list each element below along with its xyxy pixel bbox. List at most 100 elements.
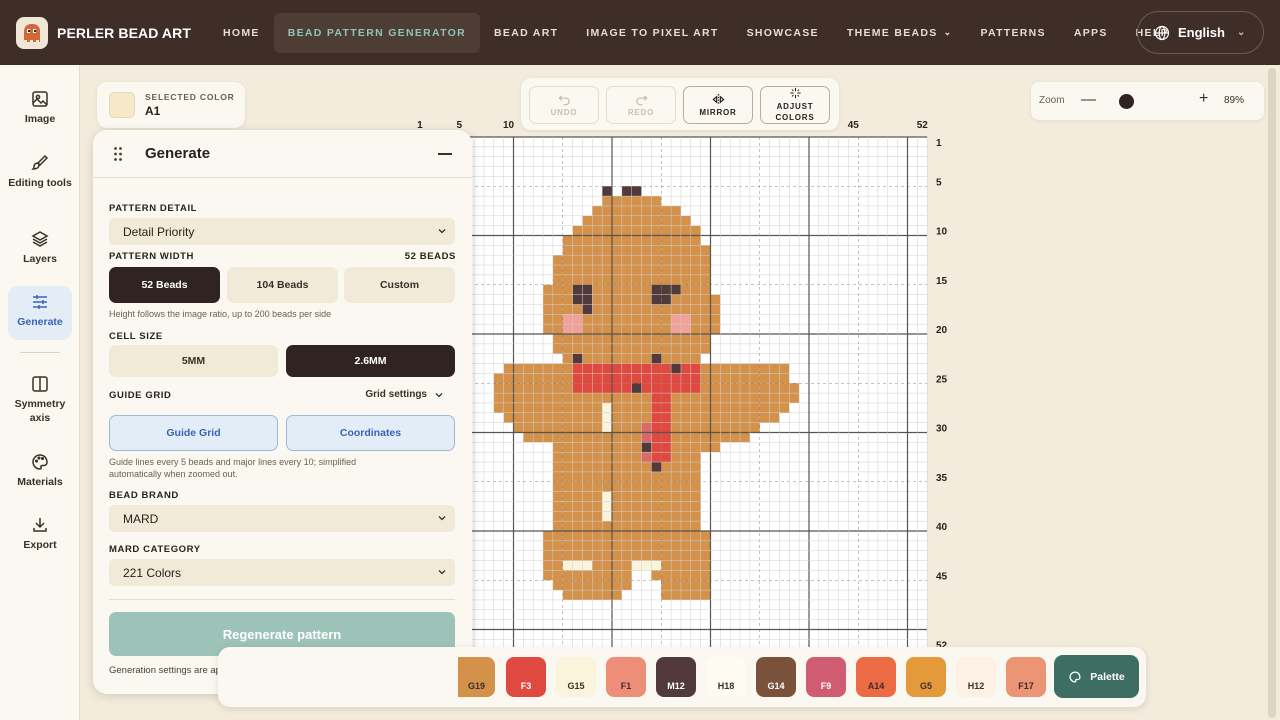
bead bbox=[671, 540, 681, 551]
bead bbox=[671, 580, 681, 591]
palette-chip-label: G15 bbox=[567, 681, 585, 691]
bead bbox=[543, 314, 553, 325]
drag-handle-icon[interactable] bbox=[113, 146, 123, 162]
category-select[interactable]: 221 Colors bbox=[109, 559, 455, 586]
bead bbox=[661, 353, 672, 364]
page-scrollbar[interactable] bbox=[1268, 68, 1276, 718]
bead bbox=[661, 235, 672, 246]
bead bbox=[592, 412, 603, 423]
palette-chip-g14[interactable]: G14 bbox=[756, 657, 796, 697]
undo-button[interactable]: UNDO bbox=[529, 86, 599, 124]
zoom-in-button[interactable]: + bbox=[1199, 90, 1208, 108]
bead bbox=[572, 334, 583, 344]
bead bbox=[523, 373, 534, 384]
bead bbox=[612, 432, 622, 443]
zoom-slider-knob[interactable] bbox=[1119, 94, 1134, 109]
cell-size-5mm-button[interactable]: 5MM bbox=[109, 345, 278, 377]
bead bbox=[552, 511, 563, 522]
chevron-down-icon bbox=[438, 516, 446, 521]
bead bbox=[700, 265, 711, 275]
zoom-label: Zoom bbox=[1039, 95, 1065, 106]
bead bbox=[562, 343, 573, 354]
bead bbox=[651, 363, 662, 374]
bead bbox=[631, 186, 642, 197]
palette-chip-h18[interactable]: H18 bbox=[706, 657, 746, 697]
bead bbox=[641, 294, 652, 305]
bead bbox=[523, 422, 534, 433]
adjust-colors-button[interactable]: ADJUST COLORS bbox=[760, 86, 830, 124]
palette-chip-f9[interactable]: F9 bbox=[806, 657, 846, 697]
bead bbox=[661, 531, 672, 541]
bead bbox=[602, 225, 612, 236]
redo-button[interactable]: REDO bbox=[606, 86, 676, 124]
adjust-colors-label: ADJUST COLORS bbox=[775, 102, 815, 122]
cell-size-2-6mm-button[interactable]: 2.6MM bbox=[286, 345, 455, 377]
mirror-button[interactable]: MIRROR bbox=[683, 86, 753, 124]
bead bbox=[602, 186, 612, 197]
bead bbox=[503, 393, 514, 403]
bead bbox=[631, 284, 642, 295]
bead bbox=[690, 383, 701, 394]
bead bbox=[631, 205, 642, 216]
bead bbox=[592, 343, 603, 354]
bead bbox=[562, 550, 573, 561]
bead bbox=[769, 412, 780, 423]
bead bbox=[651, 501, 662, 512]
bead bbox=[749, 412, 760, 423]
zoom-out-button[interactable]: — bbox=[1081, 91, 1096, 108]
palette-chip-f1[interactable]: F1 bbox=[606, 657, 646, 697]
pattern-detail-select[interactable]: Detail Priority bbox=[109, 218, 455, 245]
bead bbox=[602, 215, 612, 226]
bead bbox=[562, 491, 573, 502]
bead bbox=[661, 462, 672, 472]
bead bbox=[641, 334, 652, 344]
bead bbox=[533, 373, 544, 384]
width-custom-button[interactable]: Custom bbox=[344, 267, 455, 303]
bead bbox=[592, 245, 603, 256]
bead bbox=[612, 471, 622, 482]
bead bbox=[641, 274, 652, 285]
palette-chip-g19[interactable]: G19 bbox=[458, 657, 495, 697]
palette-chip-f17[interactable]: F17 bbox=[1006, 657, 1046, 697]
palette-chip-g15[interactable]: G15 bbox=[556, 657, 596, 697]
bead bbox=[661, 550, 672, 561]
bead bbox=[562, 274, 573, 285]
bead bbox=[690, 412, 701, 423]
width-52-beads-button[interactable]: 52 Beads bbox=[109, 267, 220, 303]
bead bbox=[582, 255, 593, 266]
width-104-beads-button[interactable]: 104 Beads bbox=[227, 267, 338, 303]
selected-color-card[interactable]: SELECTED COLOR A1 bbox=[97, 82, 245, 128]
bead bbox=[572, 540, 583, 551]
grid-settings-dropdown[interactable]: Grid settings bbox=[365, 389, 444, 400]
palette-chip-label: M12 bbox=[667, 681, 685, 691]
bead bbox=[651, 343, 662, 354]
bead bbox=[513, 363, 524, 374]
bead bbox=[680, 590, 691, 600]
bead bbox=[513, 373, 524, 384]
bead bbox=[661, 481, 672, 492]
palette-chip-f3[interactable]: F3 bbox=[506, 657, 546, 697]
bead bbox=[680, 412, 691, 423]
palette-chip-m12[interactable]: M12 bbox=[656, 657, 696, 697]
bead bbox=[710, 442, 721, 453]
bead bbox=[562, 255, 573, 266]
guide-grid-toggle[interactable]: Guide Grid bbox=[109, 415, 278, 451]
bead bbox=[631, 196, 642, 206]
bead bbox=[680, 560, 691, 571]
palette-chip-label: F17 bbox=[1018, 681, 1034, 691]
bead bbox=[651, 324, 662, 334]
bead-brand-select[interactable]: MARD bbox=[109, 505, 455, 532]
bead bbox=[552, 521, 563, 531]
palette-button[interactable]: Palette bbox=[1054, 655, 1139, 698]
coordinates-toggle[interactable]: Coordinates bbox=[286, 415, 455, 451]
palette-chip-g5[interactable]: G5 bbox=[906, 657, 946, 697]
bead bbox=[680, 521, 691, 531]
bead bbox=[552, 481, 563, 492]
bead bbox=[562, 471, 573, 482]
bead bbox=[493, 402, 504, 413]
bead bbox=[562, 334, 573, 344]
minimize-button[interactable] bbox=[438, 153, 452, 155]
bead bbox=[631, 412, 642, 423]
palette-chip-h12[interactable]: H12 bbox=[956, 657, 996, 697]
palette-chip-a14[interactable]: A14 bbox=[856, 657, 896, 697]
